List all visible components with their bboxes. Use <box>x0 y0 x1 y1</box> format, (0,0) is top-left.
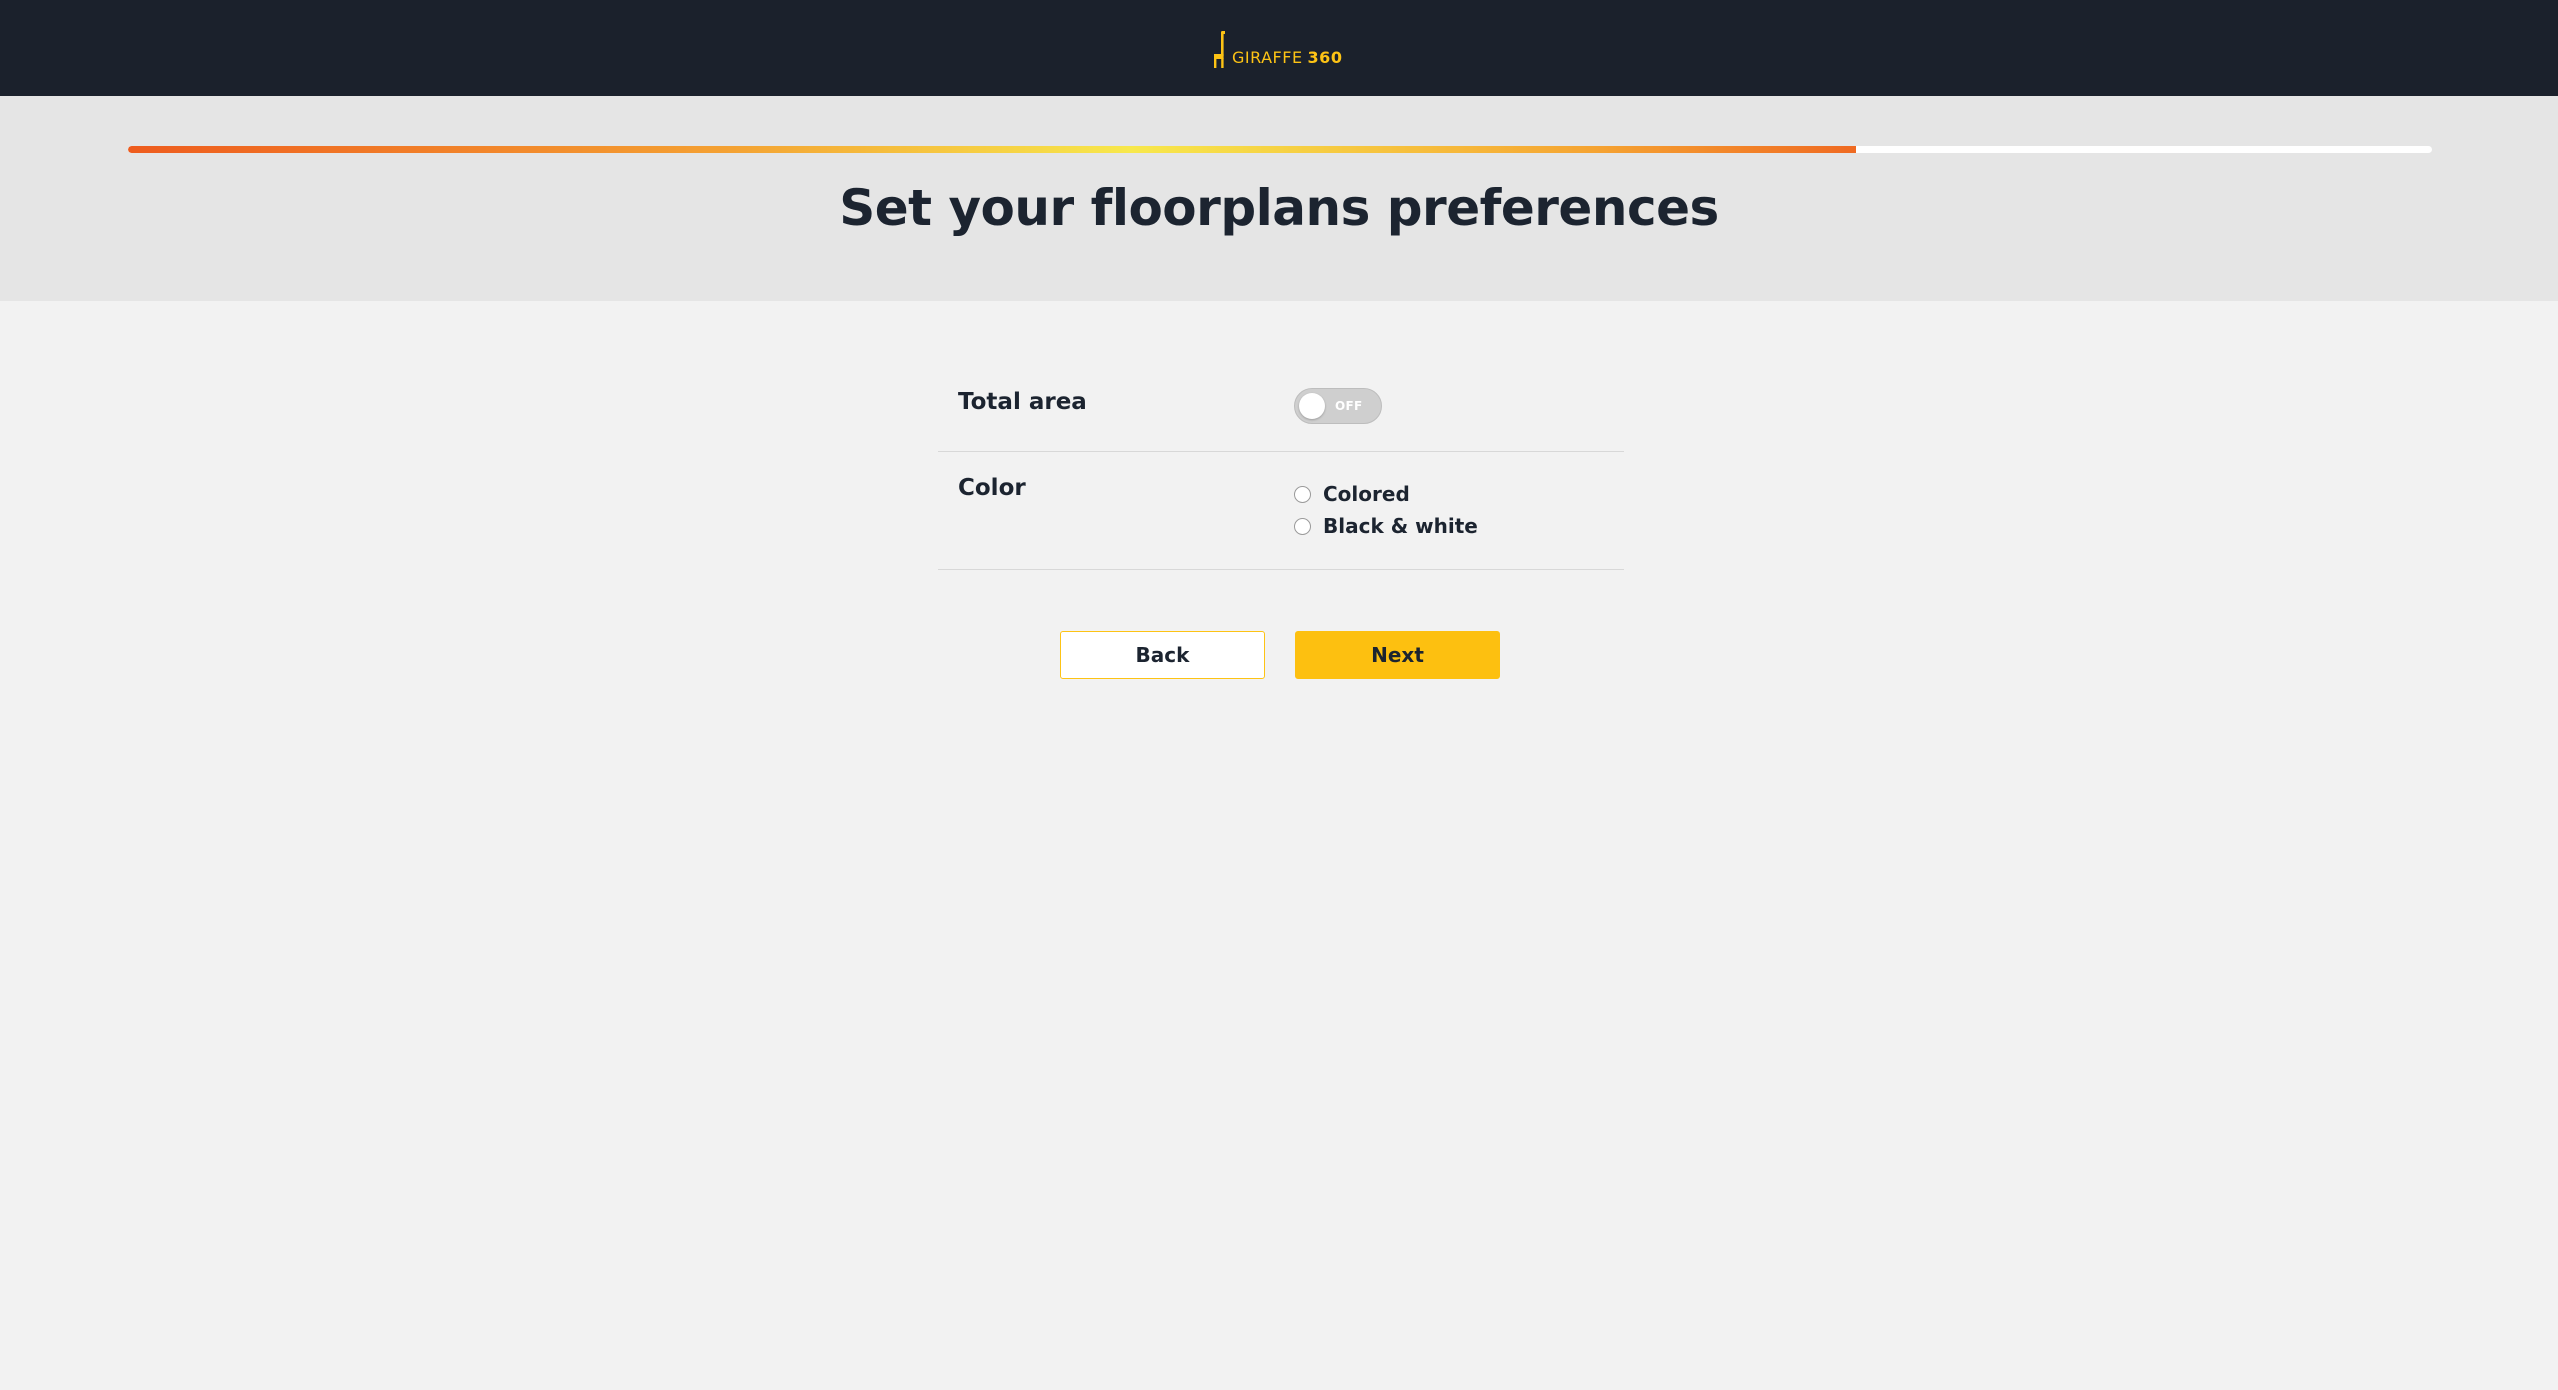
page-title: Set your floorplans preferences <box>839 179 1719 237</box>
brand-wordmark: GIRAFFE 360 <box>1232 50 1342 66</box>
color-radio-group: Colored Black & white <box>1294 478 1478 542</box>
next-button[interactable]: Next <box>1295 631 1500 679</box>
toggle-knob <box>1299 393 1325 419</box>
total-area-label: Total area <box>958 389 1087 415</box>
color-label: Color <box>958 475 1026 501</box>
radio-option-black-white[interactable]: Black & white <box>1294 510 1478 542</box>
radio-label: Black & white <box>1323 514 1478 538</box>
top-bar: GIRAFFE 360 <box>0 0 2558 96</box>
radio-option-colored[interactable]: Colored <box>1294 478 1478 510</box>
radio-label: Colored <box>1323 482 1410 506</box>
brand-number: 360 <box>1307 48 1343 67</box>
toggle-state-text: OFF <box>1335 399 1363 413</box>
color-row: Color Colored Black & white <box>938 452 1624 570</box>
progress-fill <box>128 146 1856 153</box>
radio-button[interactable] <box>1294 517 1311 535</box>
back-button[interactable]: Back <box>1060 631 1265 679</box>
giraffe-icon <box>1214 31 1225 68</box>
total-area-toggle[interactable]: OFF <box>1294 388 1382 424</box>
preferences-form: Total area OFF Color Colored Black & whi… <box>938 368 1624 570</box>
radio-button[interactable] <box>1294 485 1311 503</box>
brand-name: GIRAFFE <box>1232 48 1303 67</box>
total-area-row: Total area OFF <box>938 368 1624 452</box>
brand-logo[interactable]: GIRAFFE 360 <box>1212 26 1342 72</box>
progress-bar <box>128 146 2432 153</box>
